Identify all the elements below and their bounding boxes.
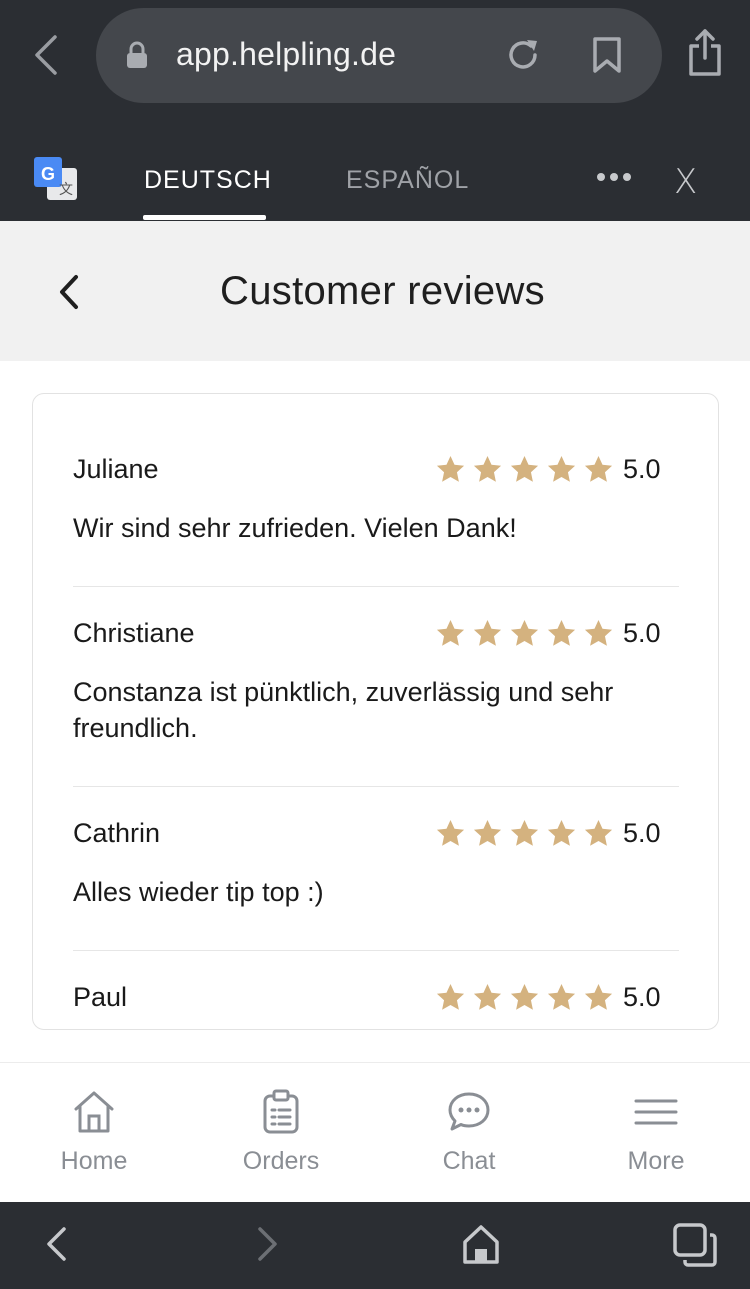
clipboard-icon xyxy=(263,1089,299,1134)
wen-glyph: 文 xyxy=(59,182,73,198)
back-icon xyxy=(35,35,57,75)
reviews-card: Juliane 5.0 Wir sind sehr zufrieden. Vie… xyxy=(32,393,719,1030)
star-rating xyxy=(435,618,614,649)
review-text: Wir sind sehr zufrieden. Vielen Dank! xyxy=(73,513,517,543)
browser-bottom-toolbar xyxy=(0,1202,750,1289)
reviewer-name: Cathrin xyxy=(73,818,161,848)
rating-value: 5.0 xyxy=(623,818,661,848)
star-icon xyxy=(584,819,613,846)
page-title: Customer reviews xyxy=(220,269,545,313)
tab-deutsch[interactable]: DEUTSCH xyxy=(144,166,272,195)
star-rating xyxy=(435,818,614,849)
star-icon xyxy=(584,983,613,1010)
tab-espanol[interactable]: ESPAÑOL xyxy=(346,166,469,195)
star-icon xyxy=(436,619,465,646)
browser-back-button[interactable] xyxy=(26,30,66,80)
star-icon xyxy=(473,819,502,846)
star-icon xyxy=(510,455,539,482)
star-rating xyxy=(435,454,614,485)
page-header: Customer reviews xyxy=(0,221,750,361)
browser-back-icon[interactable] xyxy=(44,1222,68,1266)
browser-forward-icon[interactable] xyxy=(256,1222,280,1266)
star-icon xyxy=(436,455,465,482)
rating-value: 5.0 xyxy=(623,454,661,484)
tab-label: Home xyxy=(60,1147,128,1175)
bottom-tab-bar: Home Orders Chat More xyxy=(0,1062,750,1202)
star-icon xyxy=(436,819,465,846)
star-icon xyxy=(547,455,576,482)
chat-bubble-icon xyxy=(448,1092,490,1131)
share-icon[interactable] xyxy=(686,28,724,78)
translate-bar: G 文 DEUTSCH ESPAÑOL X xyxy=(0,122,750,221)
reviewer-name: Paul xyxy=(73,982,128,1012)
reload-icon[interactable] xyxy=(504,36,542,74)
close-translate-button[interactable]: X xyxy=(674,162,697,202)
active-tab-indicator xyxy=(143,215,266,220)
review-item: Cathrin 5.0 Alles wieder tip top :) xyxy=(73,818,679,907)
star-icon xyxy=(547,983,576,1010)
bookmark-icon[interactable] xyxy=(592,36,622,74)
tab-more[interactable]: More xyxy=(586,1089,726,1176)
review-text: Constanza ist pünktlich, zuverlässig und… xyxy=(73,677,614,743)
tab-label: Orders xyxy=(242,1147,320,1175)
address-bar[interactable]: app.helpling.de xyxy=(96,8,662,103)
review-item: Paul 5.0 xyxy=(73,982,679,1022)
rating-value: 5.0 xyxy=(623,618,661,648)
reviewer-name: Christiane xyxy=(73,618,195,648)
lock-icon xyxy=(127,41,147,68)
g-glyph: G xyxy=(41,164,55,184)
rating-value: 5.0 xyxy=(623,982,661,1012)
reviewer-name: Juliane xyxy=(73,454,159,484)
divider xyxy=(73,950,679,951)
tab-orders[interactable]: Orders xyxy=(211,1089,351,1176)
review-item: Juliane 5.0 Wir sind sehr zufrieden. Vie… xyxy=(73,454,679,543)
browser-home-icon[interactable] xyxy=(462,1222,500,1266)
star-icon xyxy=(473,619,502,646)
url-text: app.helpling.de xyxy=(176,36,397,72)
star-icon xyxy=(510,819,539,846)
tab-chat[interactable]: Chat xyxy=(399,1089,539,1176)
star-icon xyxy=(510,983,539,1010)
star-icon xyxy=(584,619,613,646)
star-icon xyxy=(473,983,502,1010)
home-icon xyxy=(74,1091,114,1133)
menu-icon xyxy=(634,1099,678,1125)
star-rating xyxy=(435,982,614,1013)
tab-label: Chat xyxy=(442,1147,496,1175)
more-options-icon[interactable] xyxy=(596,171,632,183)
divider xyxy=(73,586,679,587)
review-item: Christiane 5.0 Constanza ist pünktlich, … xyxy=(73,618,679,743)
tab-home[interactable]: Home xyxy=(24,1089,164,1176)
star-icon xyxy=(547,819,576,846)
star-icon xyxy=(584,455,613,482)
tab-label: More xyxy=(627,1147,685,1175)
review-text: Alles wieder tip top :) xyxy=(73,877,324,907)
star-icon xyxy=(510,619,539,646)
tabs-icon[interactable] xyxy=(672,1222,718,1268)
browser-toolbar: app.helpling.de xyxy=(0,0,750,122)
star-icon xyxy=(473,455,502,482)
google-translate-icon[interactable]: G 文 xyxy=(33,156,79,202)
star-icon xyxy=(436,983,465,1010)
star-icon xyxy=(547,619,576,646)
divider xyxy=(73,786,679,787)
